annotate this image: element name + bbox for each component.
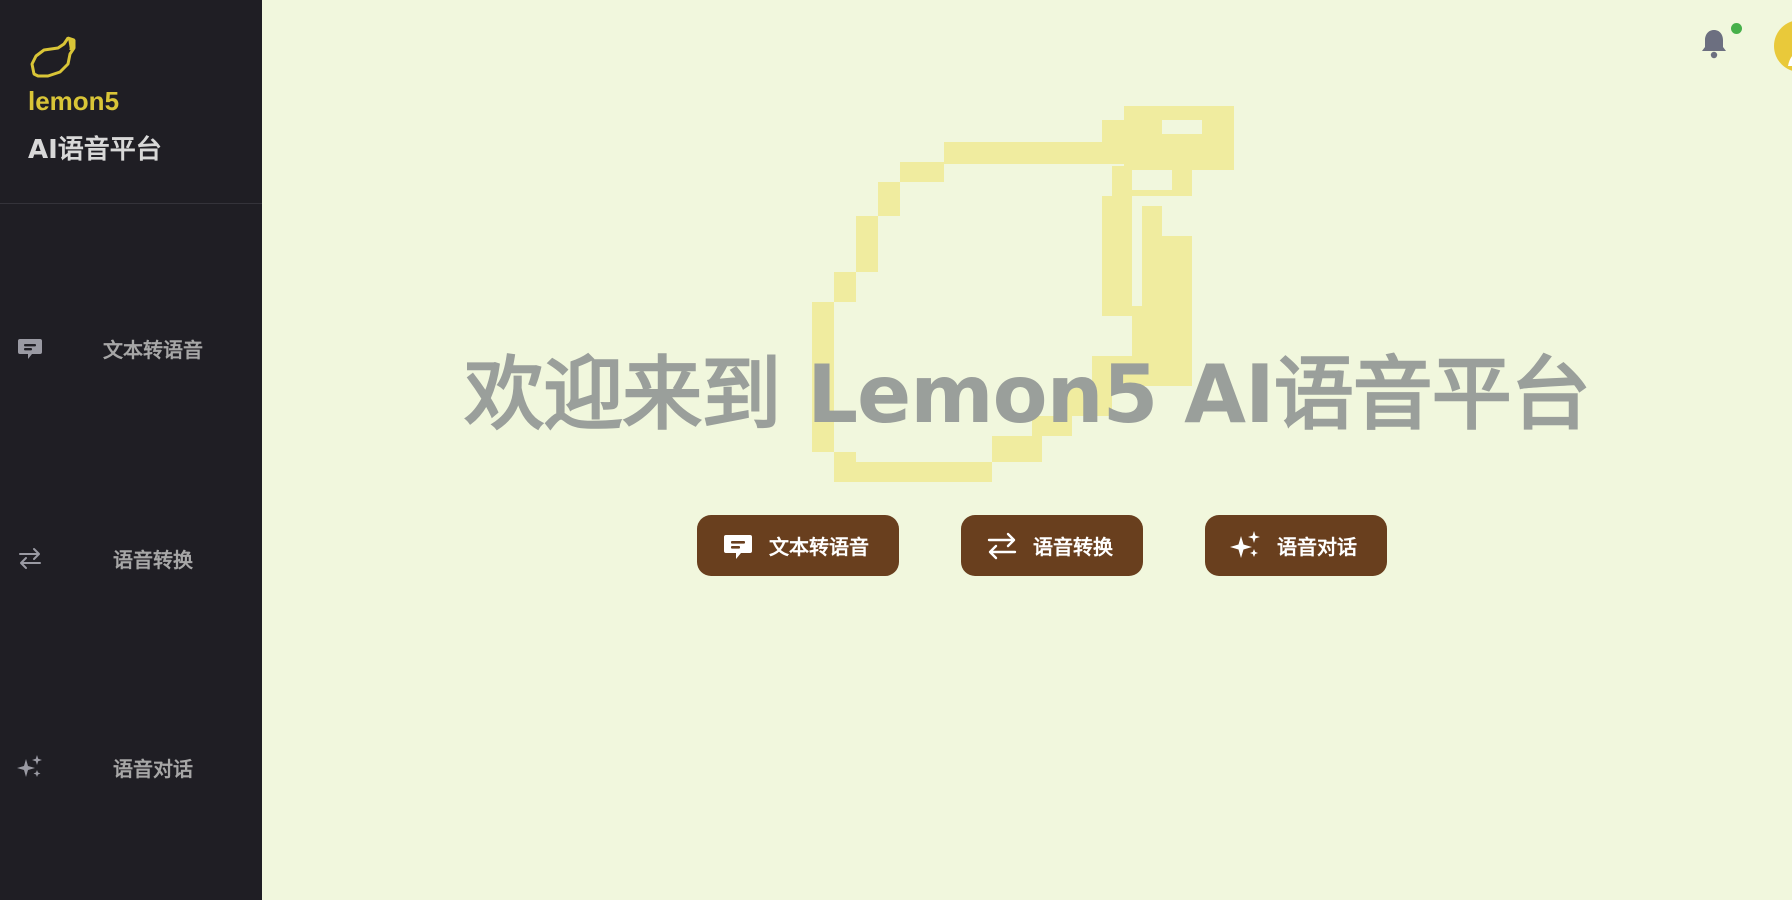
chat-bubble-icon [721, 529, 755, 563]
voice-chat-label: 语音对话 [1277, 535, 1357, 559]
swap-arrows-icon [985, 529, 1019, 563]
voice-conversion-label: 语音转换 [1033, 535, 1113, 559]
text-to-speech-button[interactable]: 文本转语音 [697, 515, 899, 576]
page-title: 欢迎来到 Lemon5 AI语音平台 [464, 348, 1591, 441]
voice-conversion-button[interactable]: 语音转换 [961, 515, 1143, 576]
brand: lemon5 AI语音平台 [0, 0, 262, 204]
brand-subtitle: AI语音平台 [28, 135, 162, 165]
sidebar-item-label: 语音转换 [113, 547, 193, 572]
sidebar-nav: 文本转语音 语音转换 语音对话 [0, 204, 262, 900]
sparkles-icon [1229, 529, 1263, 563]
bell-icon[interactable] [1698, 26, 1730, 60]
lemon-icon [30, 36, 76, 78]
user-avatar-icon[interactable] [1774, 20, 1792, 72]
sidebar-item-text-to-speech[interactable]: 文本转语音 [0, 318, 262, 378]
voice-chat-button[interactable]: 语音对话 [1205, 515, 1387, 576]
sidebar-item-label: 文本转语音 [103, 337, 203, 362]
quick-actions: 文本转语音 语音转换 语音对话 [262, 515, 1792, 576]
sidebar-item-voice-conversion[interactable]: 语音转换 [0, 528, 262, 588]
main-content: 欢迎来到 Lemon5 AI语音平台 文本转语音 语音转换 语音对话 [262, 0, 1792, 900]
sidebar: lemon5 AI语音平台 文本转语音 语音转换 语音对话 [0, 0, 262, 900]
sidebar-item-label: 语音对话 [113, 756, 193, 781]
sidebar-item-voice-chat[interactable]: 语音对话 [0, 737, 262, 797]
text-to-speech-label: 文本转语音 [769, 535, 869, 559]
brand-name: lemon5 [28, 86, 120, 116]
notification-badge [1731, 23, 1742, 34]
